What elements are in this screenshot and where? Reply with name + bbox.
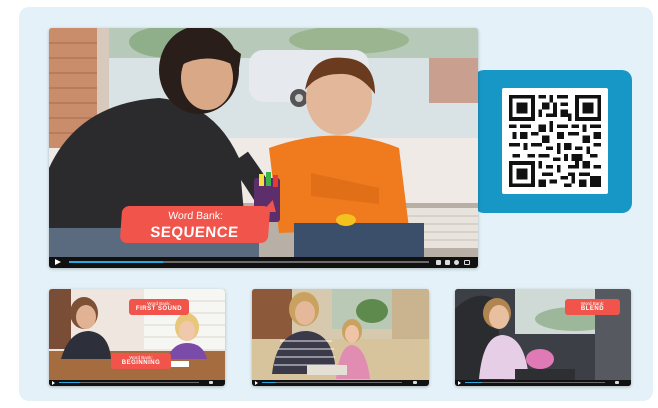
- settings-icon[interactable]: [454, 260, 459, 265]
- video-controls: [49, 257, 478, 268]
- label-tail: [261, 200, 277, 212]
- fullscreen-icon[interactable]: [615, 381, 619, 384]
- captions-icon[interactable]: [445, 260, 450, 265]
- volume-icon[interactable]: [436, 260, 441, 265]
- video-controls: [455, 380, 631, 386]
- word-bank-word: BLEND: [580, 306, 605, 312]
- play-icon[interactable]: [55, 259, 61, 265]
- progress-bar[interactable]: [262, 382, 402, 383]
- video-thumbnail-3[interactable]: Word Bank: BLEND: [455, 289, 631, 386]
- play-icon[interactable]: [52, 381, 55, 385]
- progress-bar[interactable]: [59, 382, 199, 383]
- play-icon[interactable]: [255, 381, 258, 385]
- word-bank-word: FIRST SOUND: [135, 306, 183, 312]
- video-controls: [49, 380, 225, 386]
- video-controls: [252, 380, 429, 386]
- fullscreen-icon[interactable]: [464, 260, 470, 265]
- qr-code: [502, 88, 608, 194]
- word-bank-prefix: Word Bank:: [167, 210, 224, 222]
- video-frame: [252, 289, 429, 386]
- word-bank-label: Word Bank: SEQUENCE: [119, 200, 277, 243]
- progress-fill: [465, 382, 482, 383]
- progress-fill: [262, 382, 276, 383]
- video-thumbnail-1[interactable]: Word Bank: FIRST SOUND Word Bank: BEGINN…: [49, 289, 225, 386]
- main-video-player[interactable]: Word Bank: SEQUENCE: [49, 28, 478, 268]
- progress-bar[interactable]: [465, 382, 605, 383]
- play-icon[interactable]: [458, 381, 461, 385]
- video-thumbnail-2[interactable]: [252, 289, 429, 386]
- fullscreen-icon[interactable]: [413, 381, 417, 384]
- word-bank-label: Word Bank: BLEND: [565, 299, 620, 315]
- word-bank-label: Word Bank: BEGINNING: [111, 353, 171, 369]
- progress-fill: [59, 382, 80, 383]
- word-bank-word: SEQUENCE: [149, 224, 240, 241]
- qr-code-icon: [509, 95, 601, 187]
- fullscreen-icon[interactable]: [209, 381, 213, 384]
- progress-bar[interactable]: [69, 261, 429, 263]
- word-bank-word: BEGINNING: [121, 360, 161, 366]
- progress-fill: [69, 261, 163, 263]
- word-bank-label: Word Bank: FIRST SOUND: [129, 299, 189, 315]
